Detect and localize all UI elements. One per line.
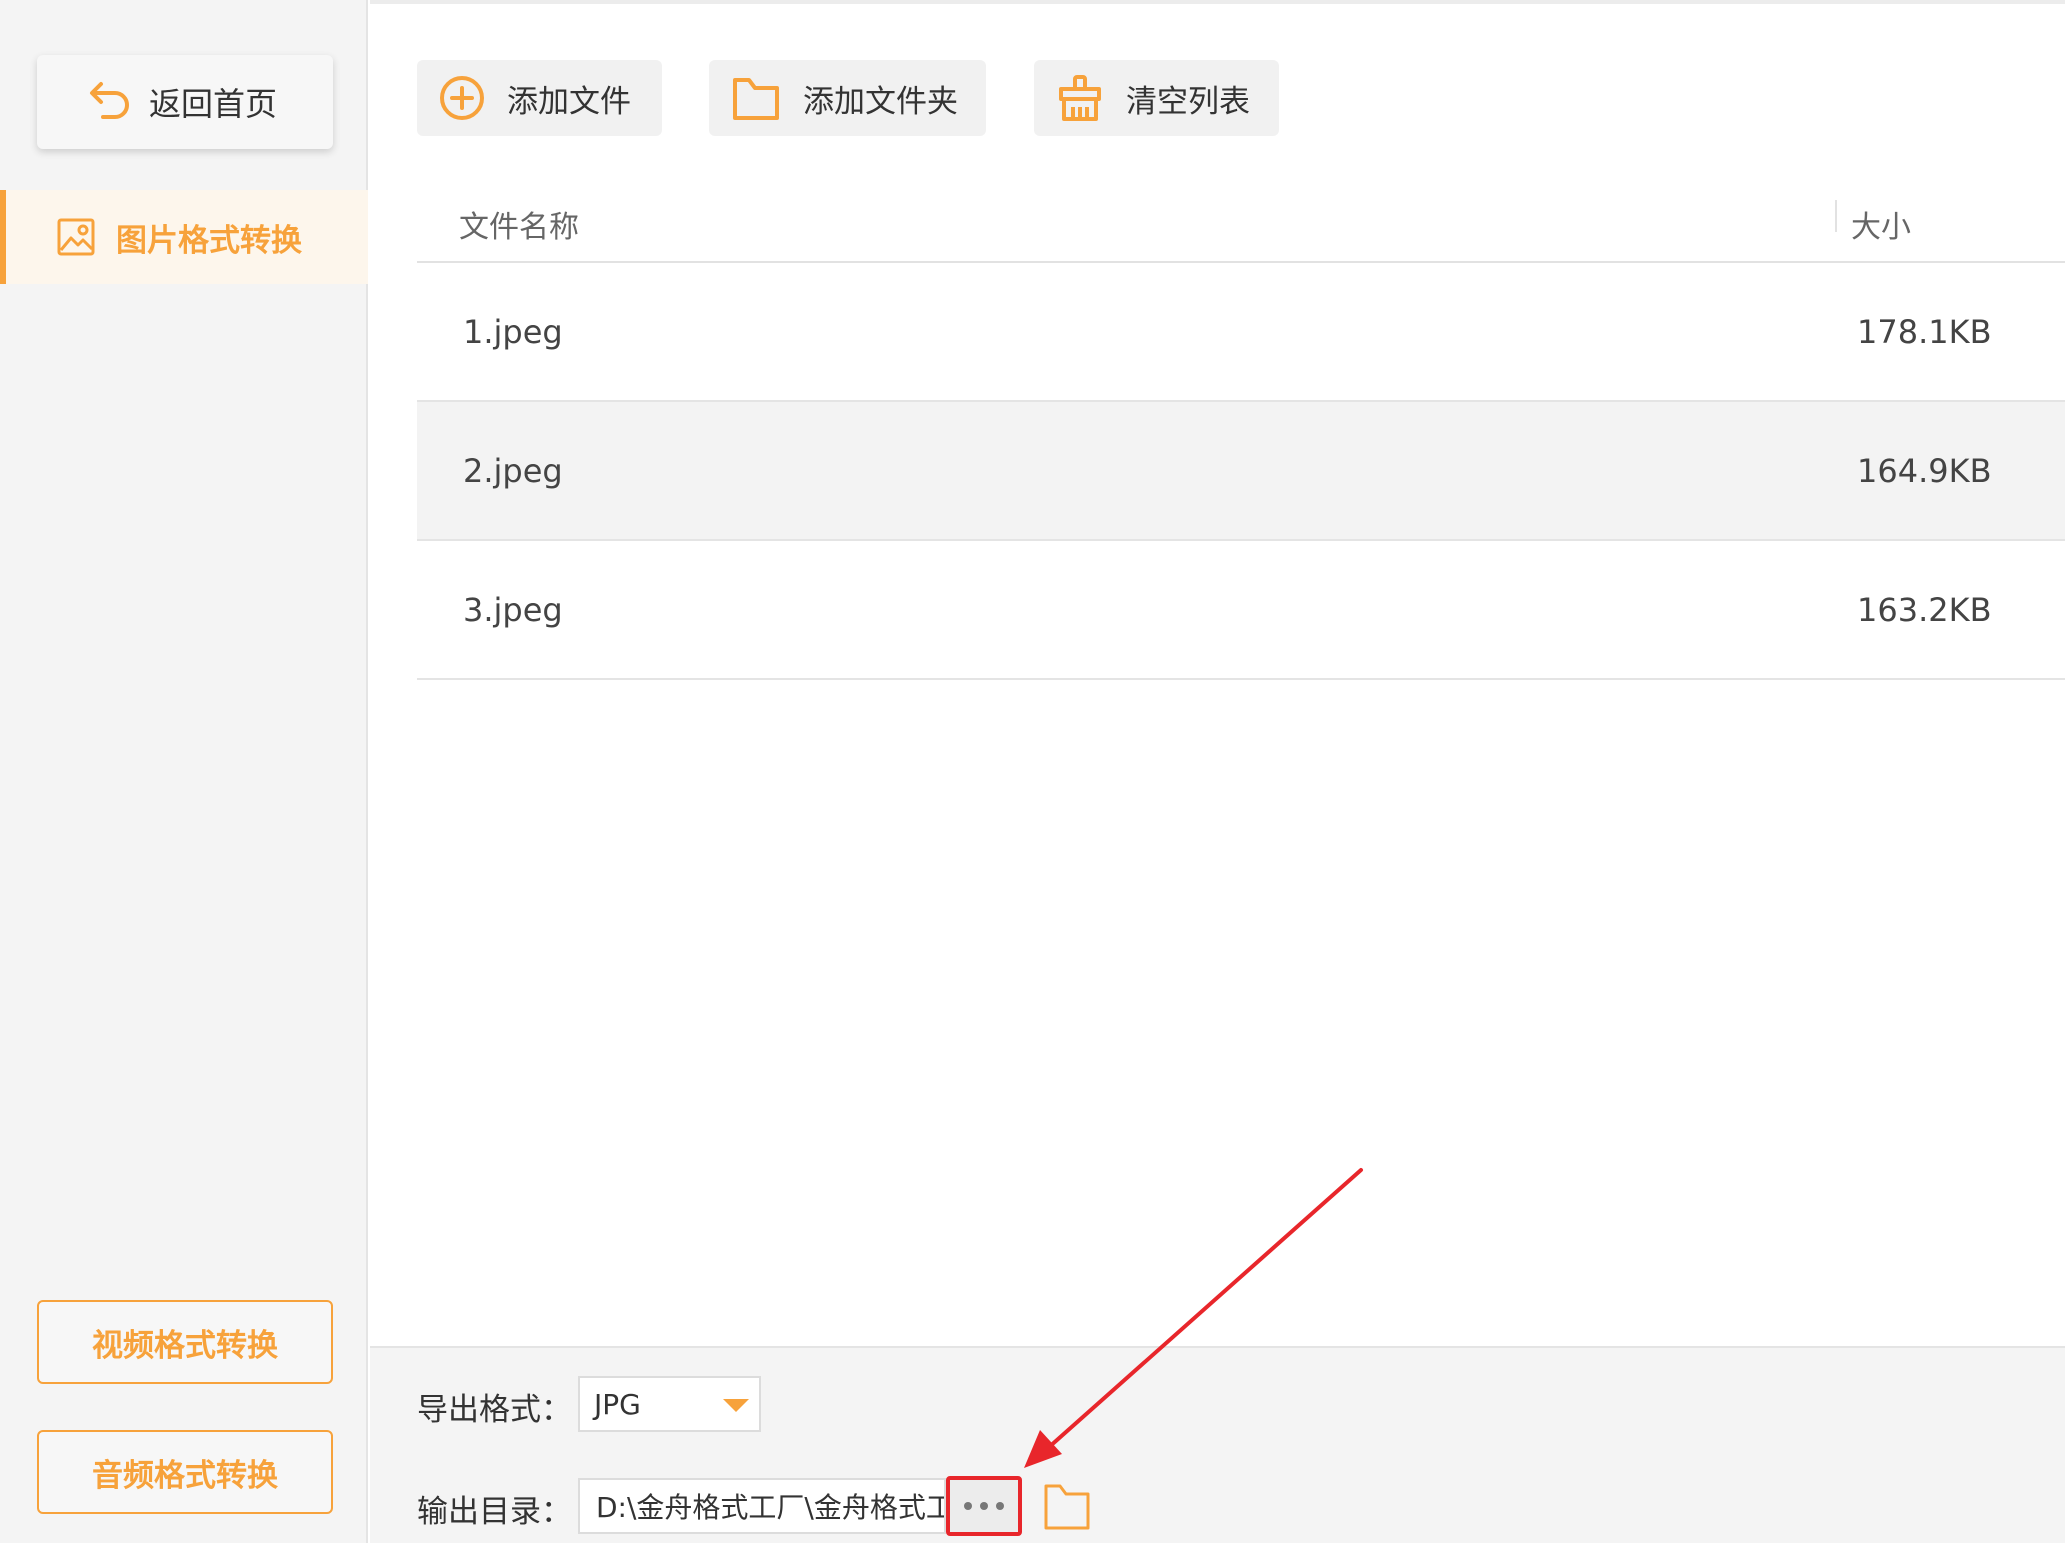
file-name: 2.jpeg [463,452,563,490]
back-home-label: 返回首页 [149,85,278,123]
add-file-button[interactable]: 添加文件 [417,60,662,136]
plus-circle-icon [440,76,484,120]
table-row[interactable]: 2.jpeg 164.9KB [417,402,2065,541]
file-table: 文件名称 大小 1.jpeg 178.1KB 2.jpeg 164.9KB 3.… [417,180,2065,680]
add-folder-button[interactable]: 添加文件夹 [709,60,986,136]
add-folder-label: 添加文件夹 [803,83,958,120]
ellipsis-dot [964,1502,972,1510]
file-size: 164.9KB [1857,452,1992,490]
file-size: 163.2KB [1857,591,1992,629]
file-name: 1.jpeg [463,313,563,351]
browse-dir-button[interactable] [946,1476,1022,1536]
sidebar-item-image-convert[interactable]: 图片格式转换 [0,190,368,284]
export-format-select[interactable]: JPG [578,1376,761,1432]
clear-list-label: 清空列表 [1126,83,1250,120]
file-size: 178.1KB [1857,313,1992,351]
output-settings-bar: 导出格式： JPG 输出目录： D:\金舟格式工厂\金舟格式工 [370,1346,2065,1543]
ellipsis-dot [996,1502,1004,1510]
export-format-value: JPG [594,1387,641,1421]
broom-icon [1059,75,1101,121]
image-icon [57,218,95,256]
app-window: 返回首页 图片格式转换 视频格式转换 音频格式转换 添加文件 添加文件夹 清空列… [0,0,2065,1543]
back-home-button[interactable]: 返回首页 [37,55,333,149]
table-row[interactable]: 3.jpeg 163.2KB [417,541,2065,680]
back-arrow-icon [90,82,129,119]
sidebar: 返回首页 图片格式转换 视频格式转换 音频格式转换 [0,0,368,1543]
add-file-label: 添加文件 [507,83,631,120]
top-divider [370,0,2065,4]
open-folder-icon[interactable] [1042,1480,1092,1532]
output-dir-label: 输出目录： [417,1494,572,1530]
sidebar-item-label: 图片格式转换 [116,222,302,259]
output-dir-value: D:\金舟格式工厂\金舟格式工 [596,1491,946,1524]
table-row[interactable]: 1.jpeg 178.1KB [417,263,2065,402]
table-header: 文件名称 大小 [417,180,2065,263]
video-convert-button[interactable]: 视频格式转换 [37,1300,333,1384]
clear-list-button[interactable]: 清空列表 [1034,60,1279,136]
dropdown-arrow-icon[interactable] [723,1399,749,1412]
column-header-size[interactable]: 大小 [1851,202,1911,246]
output-dir-field[interactable]: D:\金舟格式工厂\金舟格式工 [578,1478,946,1534]
column-header-name[interactable]: 文件名称 [459,202,579,246]
column-separator[interactable] [1835,200,1837,232]
folder-icon [733,78,779,120]
export-format-label: 导出格式： [417,1392,572,1428]
audio-convert-button[interactable]: 音频格式转换 [37,1430,333,1514]
file-name: 3.jpeg [463,591,563,629]
ellipsis-dot [980,1502,988,1510]
